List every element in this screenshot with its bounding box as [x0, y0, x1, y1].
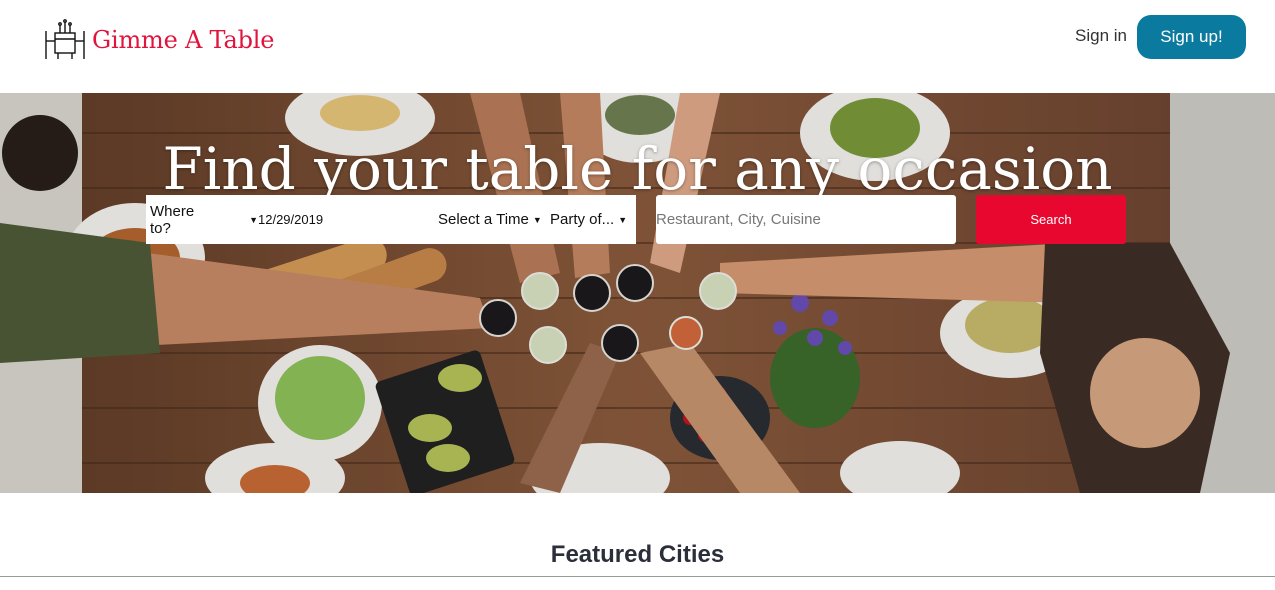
time-label: Select a Time — [438, 211, 529, 228]
chevron-down-icon: ▼ — [532, 214, 542, 225]
brand-name: Gimme A Table — [92, 26, 275, 54]
featured-cities-heading: Featured Cities — [550, 541, 725, 568]
date-value: 12/29/2019 — [258, 212, 324, 227]
location-label: Where to? — [150, 202, 195, 237]
party-label: Party of... — [550, 211, 615, 228]
time-select[interactable]: Select a Time ▼ — [438, 195, 550, 244]
search-input[interactable] — [656, 195, 956, 244]
location-select[interactable]: Where to? ▼ — [146, 195, 258, 244]
hero-title: Find your table for any occasion — [162, 135, 1113, 203]
dining-table-icon — [45, 19, 85, 59]
chevron-down-icon: ▼ — [249, 214, 258, 225]
date-field[interactable]: 12/29/2019 — [258, 195, 438, 244]
search-button[interactable]: Search — [976, 195, 1126, 244]
signin-link[interactable]: Sign in — [1075, 26, 1127, 46]
signup-button[interactable]: Sign up! — [1137, 15, 1246, 59]
chevron-down-icon: ▼ — [618, 214, 628, 225]
search-filters: Where to? ▼ 12/29/2019 Select a Time ▼ P… — [146, 195, 636, 244]
party-size-select[interactable]: Party of... ▼ — [550, 195, 634, 244]
site-header: Gimme A Table Sign in Sign up! — [0, 0, 1275, 93]
divider — [0, 576, 1275, 577]
hero-banner: Find your table for any occasion Where t… — [0, 93, 1275, 493]
logo[interactable]: Gimme A Table — [43, 19, 274, 61]
